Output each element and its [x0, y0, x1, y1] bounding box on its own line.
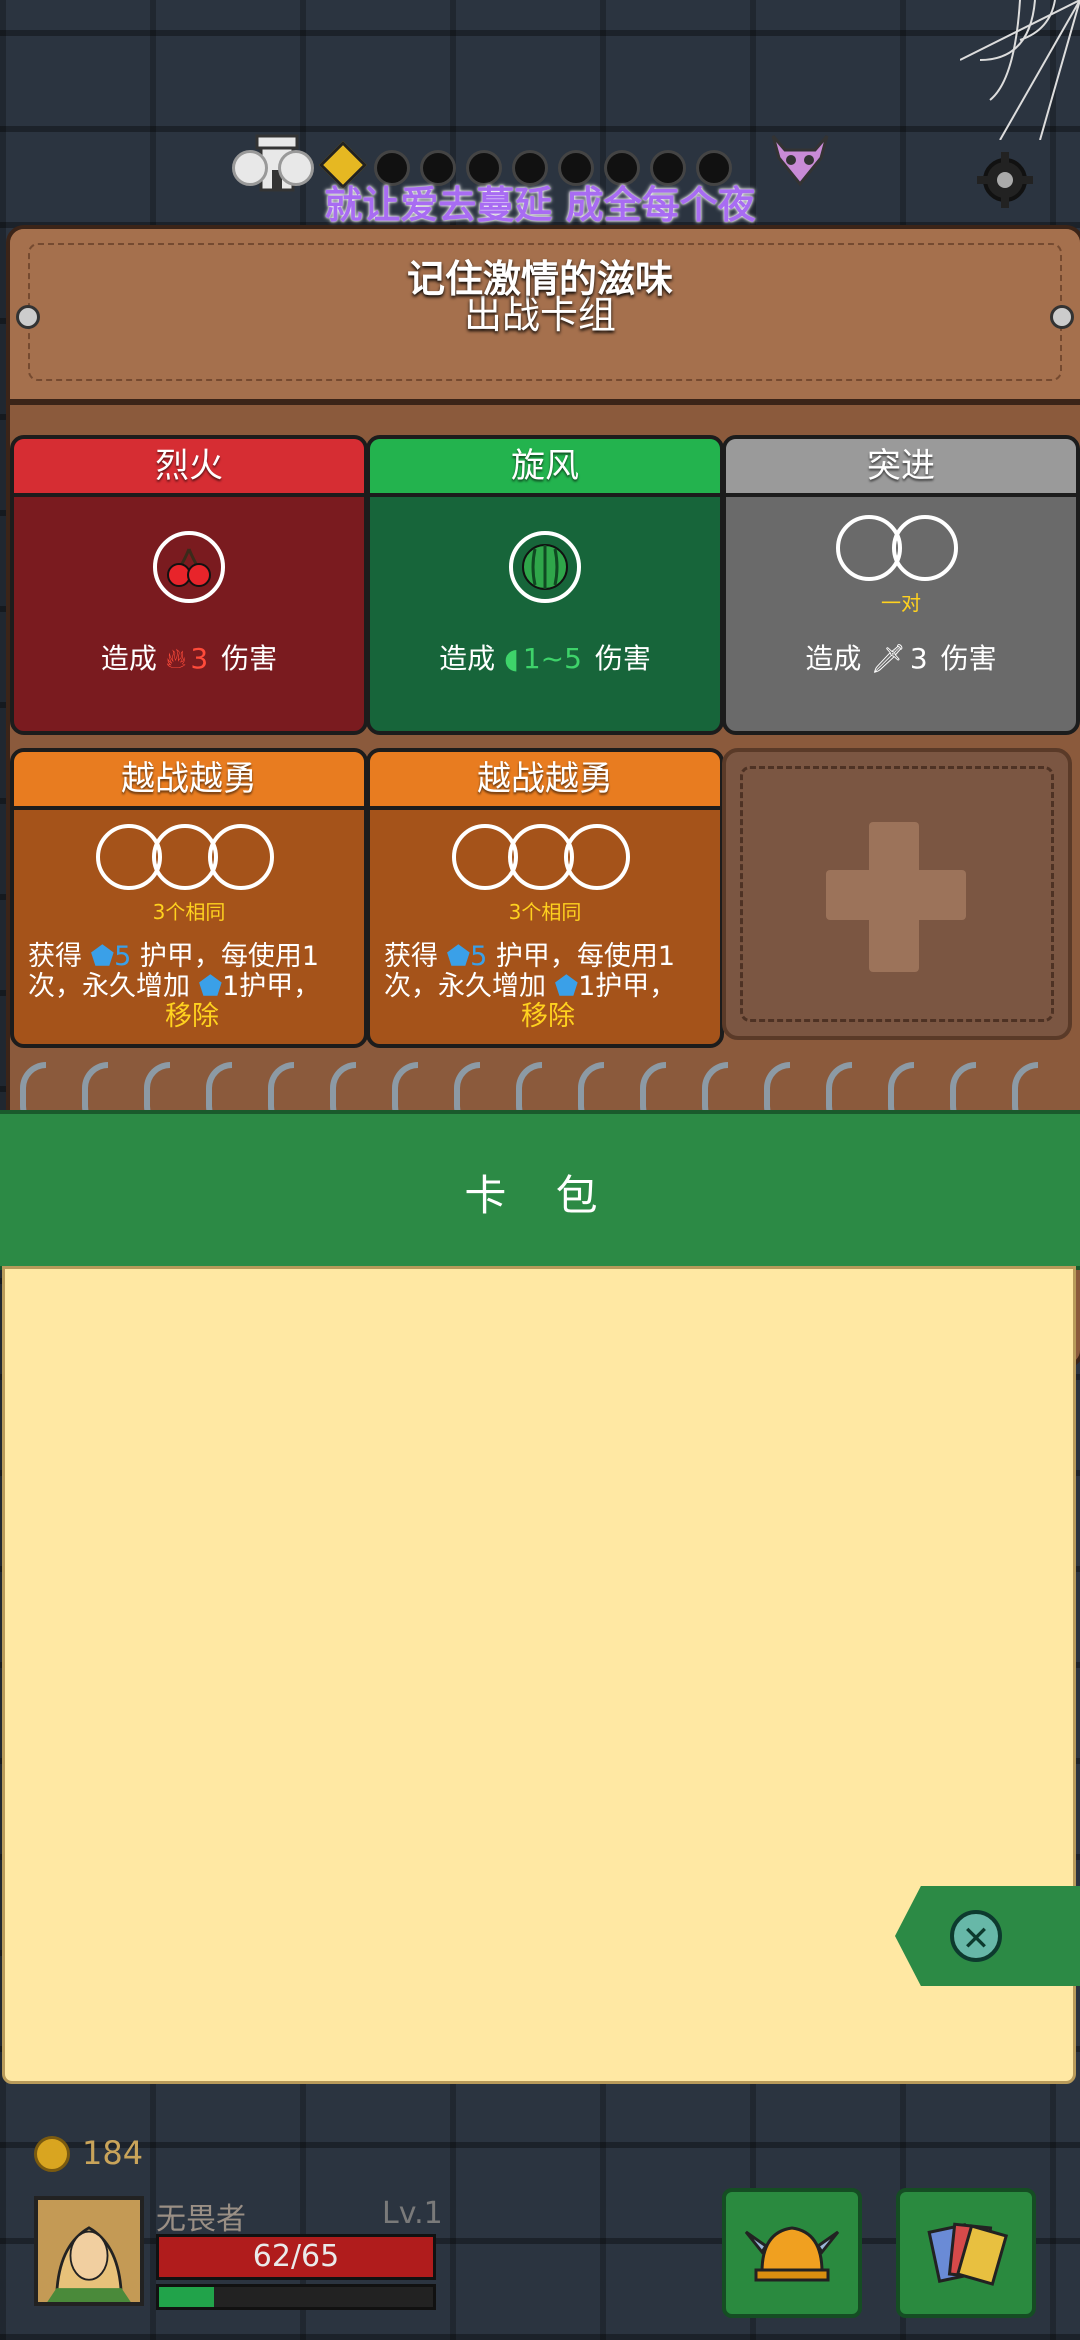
slot-circle [208, 824, 274, 890]
desc-suffix: 伤害 [594, 642, 651, 675]
equipment-button[interactable] [722, 2188, 862, 2318]
desc-suffix: 护甲，每使用1 [139, 941, 320, 972]
lyric-line-bottom: 记住激情的滋味 [406, 257, 673, 301]
dagger-icon: 🗡︎ [870, 642, 906, 675]
flame-icon: 🔥︎ [165, 642, 187, 675]
damage-value: 1~5 [522, 642, 582, 675]
damage-value: 3 [190, 642, 209, 675]
remove-keyword: 移除 [521, 1001, 575, 1032]
plus-icon [826, 870, 966, 920]
cards-icon [927, 2222, 1009, 2286]
shield-icon: ⬟ [198, 971, 223, 1002]
card-body: 3个相同 获得 ⬟5 护甲，每使用1 次，永久增加 ⬟1护甲， 移除 [14, 810, 364, 1036]
xp-fill [159, 2287, 214, 2307]
card-pack-title: 卡 包 [464, 1171, 616, 1220]
card-body: 一对 造成 🗡︎ 3 伤害 [726, 497, 1076, 723]
helmet-icon [744, 2226, 840, 2282]
lyric-line-top: 就让爱去蔓延 成全每个夜 [324, 183, 756, 227]
slot-circle [564, 824, 630, 890]
card-brave-2[interactable]: 越战越勇 3个相同 获得 ⬟5 护甲，每使用1 次，永久增加 ⬟1护甲， 移除 [366, 748, 724, 1048]
close-icon[interactable]: ✕ [950, 1910, 1002, 1962]
player-avatar[interactable] [34, 2196, 144, 2306]
armor-value: 5 [470, 941, 488, 972]
slot-requirement: 一对 [881, 591, 921, 615]
desc-line2: 次，永久增加 [384, 971, 546, 1002]
shield-icon: ⬟ [446, 941, 471, 972]
card-body: 造成 ◖ 1~5 伤害 [370, 497, 720, 723]
card-fire[interactable]: 烈火 造成 🔥︎ 3 伤害 [10, 435, 368, 735]
desc-prefix: 造成 [100, 642, 157, 675]
desc-suffix: 伤害 [221, 642, 278, 675]
desc-line2: 次，永久增加 [28, 971, 190, 1002]
player-name: 无畏者 [156, 2202, 246, 2237]
card-title: 突进 [726, 439, 1076, 497]
card-title: 越战越勇 [14, 752, 364, 810]
desc-suffix: 护甲，每使用1 [495, 941, 676, 972]
card-body: 3个相同 获得 ⬟5 护甲，每使用1 次，永久增加 ⬟1护甲， 移除 [370, 810, 720, 1036]
slot-requirement: 3个相同 [152, 900, 226, 924]
hp-text: 62/65 [252, 2239, 340, 2274]
card-whirlwind[interactable]: 旋风 造成 ◖ 1~5 伤害 [366, 435, 724, 735]
slot-circle [892, 515, 958, 581]
cobweb-decoration [960, 0, 1080, 140]
gold-count: 184 [82, 2134, 144, 2172]
card-title: 旋风 [370, 439, 720, 497]
card-description: 获得 ⬟5 护甲，每使用1 次，永久增加 ⬟1护甲， 移除 [384, 942, 712, 1032]
empty-card-slot[interactable] [722, 748, 1072, 1040]
card-description: 获得 ⬟5 护甲，每使用1 次，永久增加 ⬟1护甲， 移除 [28, 942, 356, 1032]
card-charge[interactable]: 突进 一对 造成 🗡︎ 3 伤害 [722, 435, 1080, 735]
player-level: Lv.1 [382, 2196, 443, 2231]
cherries-icon [153, 531, 225, 603]
cards-button[interactable] [896, 2188, 1036, 2318]
desc-prefix: 造成 [805, 642, 862, 675]
wind-icon: ◖ [504, 642, 519, 675]
xp-bar [156, 2284, 436, 2310]
damage-value: 3 [909, 642, 928, 675]
card-description: 造成 🔥︎ 3 伤害 [14, 637, 364, 677]
desc-prefix: 造成 [439, 642, 496, 675]
hp-bar: 62/65 [156, 2234, 436, 2280]
watermelon-icon [509, 531, 581, 603]
slot-requirement: 3个相同 [508, 900, 582, 924]
card-body: 造成 🔥︎ 3 伤害 [14, 497, 364, 723]
card-description: 造成 ◖ 1~5 伤害 [370, 637, 720, 677]
desc-prefix: 获得 [384, 941, 438, 972]
shield-icon: ⬟ [90, 941, 115, 972]
armor-value: 5 [114, 941, 132, 972]
armor-increment: 1护甲， [578, 971, 677, 1002]
remove-keyword: 移除 [165, 1001, 219, 1032]
desc-suffix: 伤害 [940, 642, 997, 675]
card-title: 越战越勇 [370, 752, 720, 810]
gold-coin-icon [34, 2136, 70, 2172]
card-description: 造成 🗡︎ 3 伤害 [726, 637, 1076, 677]
armor-increment: 1护甲， [222, 971, 321, 1002]
desc-prefix: 获得 [28, 941, 82, 972]
card-title: 烈火 [14, 439, 364, 497]
card-brave-1[interactable]: 越战越勇 3个相同 获得 ⬟5 护甲，每使用1 次，永久增加 ⬟1护甲， 移除 [10, 748, 368, 1048]
shield-icon: ⬟ [554, 971, 579, 1002]
